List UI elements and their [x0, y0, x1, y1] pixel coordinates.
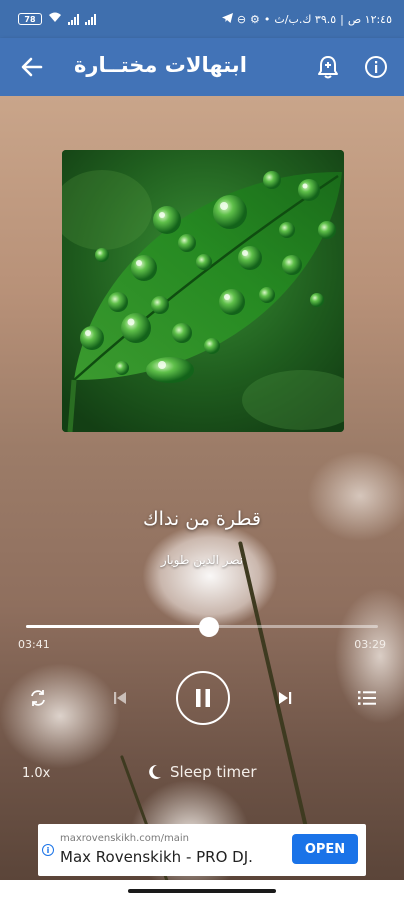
moon-icon: [149, 764, 161, 779]
sleep-timer-label: Sleep timer: [170, 763, 257, 781]
extra-controls: 1.0x Sleep timer: [0, 762, 404, 786]
seek-thumb[interactable]: [199, 617, 220, 637]
data-speed: ٣٩.٥ ك.ب/ث: [274, 12, 337, 26]
navigation-bar: [0, 880, 404, 900]
playlist-icon: [358, 691, 376, 705]
seek-progress: [26, 625, 210, 628]
wifi-icon: [48, 12, 62, 26]
sleep-timer-button[interactable]: Sleep timer: [148, 763, 257, 781]
skip-previous-icon: [114, 692, 126, 704]
app-bar-actions: [314, 53, 390, 81]
status-time: ١٢:٤٥ ص: [347, 12, 392, 26]
back-button[interactable]: [18, 53, 46, 81]
track-title: قطرة من نداك: [142, 508, 262, 530]
battery-icon: 78: [18, 13, 42, 25]
leaf-artwork-image: [62, 150, 344, 432]
previous-button[interactable]: [108, 686, 132, 710]
info-button[interactable]: [362, 53, 390, 81]
elapsed-time: 03:41: [18, 638, 50, 651]
ad-open-button[interactable]: OPEN: [292, 834, 358, 864]
playback-controls: [0, 668, 404, 726]
status-divider: |: [340, 12, 344, 26]
pause-icon: [196, 689, 210, 707]
media-icon: ⊖: [236, 12, 247, 26]
battery-level: 78: [24, 14, 36, 24]
repeat-icon: [31, 690, 45, 706]
signal-icon: [68, 13, 79, 25]
arrow-left-icon: [21, 57, 43, 77]
alarm-button[interactable]: [314, 53, 342, 81]
bell-alarm-icon: [318, 56, 338, 79]
status-left: 78: [18, 12, 96, 26]
skip-next-icon: [279, 692, 292, 704]
playlist-button[interactable]: [355, 686, 379, 710]
total-time: 03:29: [354, 638, 386, 651]
page-title: ابتهالات مختــارة: [74, 53, 247, 77]
playback-speed-button[interactable]: 1.0x: [22, 766, 50, 781]
ad-banner[interactable]: i maxrovenskikh.com/main Max Rovenskikh …: [38, 824, 366, 876]
status-bar: 78 ١٢:٤٥ ص | ٣٩.٥ ك.ب/ث • ⚙ ⊖: [0, 0, 404, 38]
settings-icon: ⚙: [250, 12, 260, 26]
track-artist: نصر الدين طوبار: [160, 553, 244, 567]
app-bar: ابتهالات مختــارة: [0, 38, 404, 96]
home-indicator[interactable]: [128, 889, 276, 893]
telegram-icon: [221, 12, 233, 26]
pause-button[interactable]: [176, 671, 230, 725]
signal-icon-2: [85, 13, 96, 25]
notification-dot-icon: •: [263, 12, 271, 26]
album-artwork: [62, 150, 344, 432]
ad-title[interactable]: Max Rovenskikh - PRO DJ.: [60, 848, 253, 866]
info-icon: [365, 56, 387, 78]
seek-bar[interactable]: [26, 617, 378, 637]
ad-info-icon[interactable]: i: [42, 844, 54, 856]
next-button[interactable]: [273, 686, 297, 710]
ad-url: maxrovenskikh.com/main: [60, 833, 190, 844]
status-right: ١٢:٤٥ ص | ٣٩.٥ ك.ب/ث • ⚙ ⊖: [221, 12, 392, 26]
repeat-button[interactable]: [26, 686, 50, 710]
